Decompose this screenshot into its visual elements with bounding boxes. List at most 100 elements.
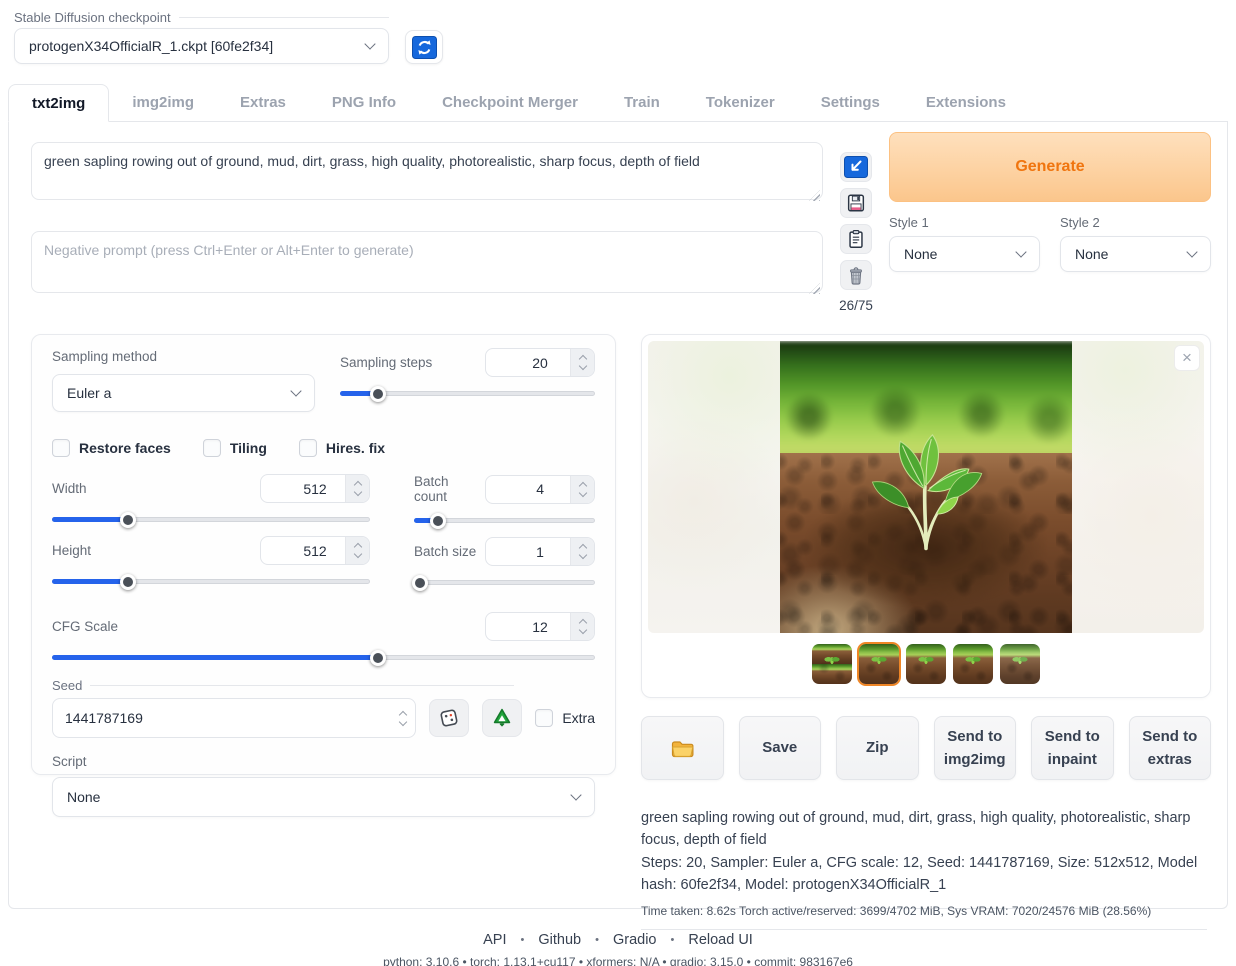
stepper-icon[interactable]	[391, 699, 415, 737]
sampling-method-group: Sampling method Euler a	[52, 348, 315, 412]
thumbnail-1[interactable]	[810, 642, 854, 686]
tab-train[interactable]: Train	[601, 84, 683, 121]
cfg-scale-input[interactable]: 12	[485, 612, 595, 641]
tab-png-info[interactable]: PNG Info	[309, 84, 419, 121]
random-seed-button[interactable]	[429, 699, 469, 737]
send-to-img2img-button[interactable]: Send to img2img	[934, 716, 1017, 780]
tiling-toggle[interactable]: Tiling	[203, 439, 267, 457]
batch-count-label: Batch count	[414, 474, 485, 504]
tab-checkpoint-merger[interactable]: Checkpoint Merger	[419, 84, 601, 121]
width-slider[interactable]	[52, 512, 370, 527]
height-slider[interactable]	[52, 574, 370, 589]
paste-params-button[interactable]	[840, 152, 872, 182]
thumbnail-4[interactable]	[951, 642, 995, 686]
reuse-seed-button[interactable]	[482, 699, 522, 737]
sampling-method-label: Sampling method	[52, 349, 157, 364]
style1-dropdown[interactable]: None	[889, 236, 1040, 272]
hires-fix-checkbox[interactable]	[299, 439, 317, 457]
cfg-scale-slider[interactable]	[52, 650, 595, 665]
negative-prompt-input[interactable]	[31, 231, 823, 293]
checkpoint-dropdown[interactable]: protogenX34OfficialR_1.ckpt [60fe2f34]	[14, 28, 389, 64]
refresh-icon	[412, 36, 437, 59]
restore-faces-toggle[interactable]: Restore faces	[52, 439, 171, 457]
refresh-checkpoints-button[interactable]	[405, 30, 443, 64]
clear-prompt-button[interactable]	[840, 260, 872, 290]
generated-image[interactable]	[780, 341, 1072, 633]
save-button[interactable]: Save	[739, 716, 822, 780]
chevron-down-icon	[1015, 246, 1026, 257]
gradio-link[interactable]: Gradio	[613, 932, 657, 948]
thumbnail-3[interactable]	[904, 642, 948, 686]
batch-count-input[interactable]: 4	[485, 475, 595, 504]
extra-checkbox[interactable]	[535, 709, 553, 727]
tiling-checkbox[interactable]	[203, 439, 221, 457]
stepper-icon[interactable]	[570, 349, 594, 376]
send-to-extras-button[interactable]: Send to extras	[1129, 716, 1212, 780]
thumbnail-2-selected[interactable]	[857, 642, 901, 686]
seed-label: Seed	[52, 678, 514, 693]
batch-size-value: 1	[536, 544, 544, 560]
thumbnail-5[interactable]	[998, 642, 1042, 686]
height-input[interactable]: 512	[260, 536, 370, 565]
stepper-icon[interactable]	[345, 537, 369, 564]
sampling-steps-label: Sampling steps	[340, 355, 432, 370]
sampling-steps-slider[interactable]	[340, 386, 595, 401]
hires-fix-toggle[interactable]: Hires. fix	[299, 439, 385, 457]
close-icon: ×	[1182, 348, 1192, 368]
width-input[interactable]: 512	[260, 474, 370, 503]
tab-extras[interactable]: Extras	[217, 84, 309, 121]
zip-button[interactable]: Zip	[836, 716, 919, 780]
extra-seed-toggle[interactable]: Extra	[535, 709, 595, 727]
script-dropdown[interactable]: None	[52, 777, 595, 817]
txt2img-panel: green sapling rowing out of ground, mud,…	[8, 122, 1228, 909]
sapling-graphic	[861, 407, 991, 557]
apply-style-button[interactable]	[840, 224, 872, 254]
cfg-scale-group: CFG Scale 12	[52, 612, 595, 665]
style1-label: Style 1	[889, 215, 1040, 230]
sampling-steps-input[interactable]: 20	[485, 348, 595, 377]
token-counter: 26/75	[839, 298, 873, 313]
height-value: 512	[303, 543, 326, 559]
stepper-icon[interactable]	[570, 613, 594, 640]
sampling-method-dropdown[interactable]: Euler a	[52, 374, 315, 412]
batch-size-slider[interactable]	[414, 575, 595, 590]
stepper-icon[interactable]	[345, 475, 369, 502]
clipboard-icon	[845, 228, 867, 250]
tab-tokenizer[interactable]: Tokenizer	[683, 84, 798, 121]
open-folder-button[interactable]	[641, 716, 724, 780]
save-style-button[interactable]	[840, 188, 872, 218]
batch-size-input[interactable]: 1	[485, 537, 595, 566]
width-label: Width	[52, 481, 87, 496]
sampling-steps-value: 20	[532, 355, 548, 371]
chevron-down-icon	[290, 385, 301, 396]
prompt-input[interactable]: green sapling rowing out of ground, mud,…	[31, 142, 823, 200]
chevron-down-icon	[1186, 246, 1197, 257]
prompt-row: green sapling rowing out of ground, mud,…	[31, 142, 1211, 313]
reload-ui-link[interactable]: Reload UI	[688, 932, 752, 948]
page-footer: API • Github • Gradio • Reload UI python…	[0, 932, 1236, 966]
tab-txt2img[interactable]: txt2img	[8, 84, 109, 122]
seed-input[interactable]: 1441787169	[52, 698, 416, 738]
script-label: Script	[52, 754, 87, 769]
trash-icon	[845, 264, 867, 286]
script-value: None	[67, 789, 100, 805]
height-group: Height 512	[52, 536, 370, 589]
github-link[interactable]: Github	[538, 932, 581, 948]
result-prompt-text: green sapling rowing out of ground, mud,…	[641, 807, 1207, 852]
api-link[interactable]: API	[483, 932, 506, 948]
send-to-inpaint-button[interactable]: Send to inpaint	[1031, 716, 1114, 780]
batch-count-slider[interactable]	[414, 513, 595, 528]
stepper-icon[interactable]	[570, 476, 594, 503]
style2-dropdown[interactable]: None	[1060, 236, 1211, 272]
generate-button[interactable]: Generate	[889, 132, 1211, 202]
restore-faces-checkbox[interactable]	[52, 439, 70, 457]
close-gallery-button[interactable]: ×	[1174, 345, 1200, 371]
checkpoint-label-text: Stable Diffusion checkpoint	[14, 10, 171, 25]
tab-settings[interactable]: Settings	[798, 84, 903, 121]
style2-label: Style 2	[1060, 215, 1211, 230]
tab-extensions[interactable]: Extensions	[903, 84, 1029, 121]
stepper-icon[interactable]	[570, 538, 594, 565]
negative-prompt-wrap	[31, 231, 823, 298]
tab-img2img[interactable]: img2img	[109, 84, 217, 121]
main-tabbar: txt2img img2img Extras PNG Info Checkpoi…	[8, 84, 1228, 122]
